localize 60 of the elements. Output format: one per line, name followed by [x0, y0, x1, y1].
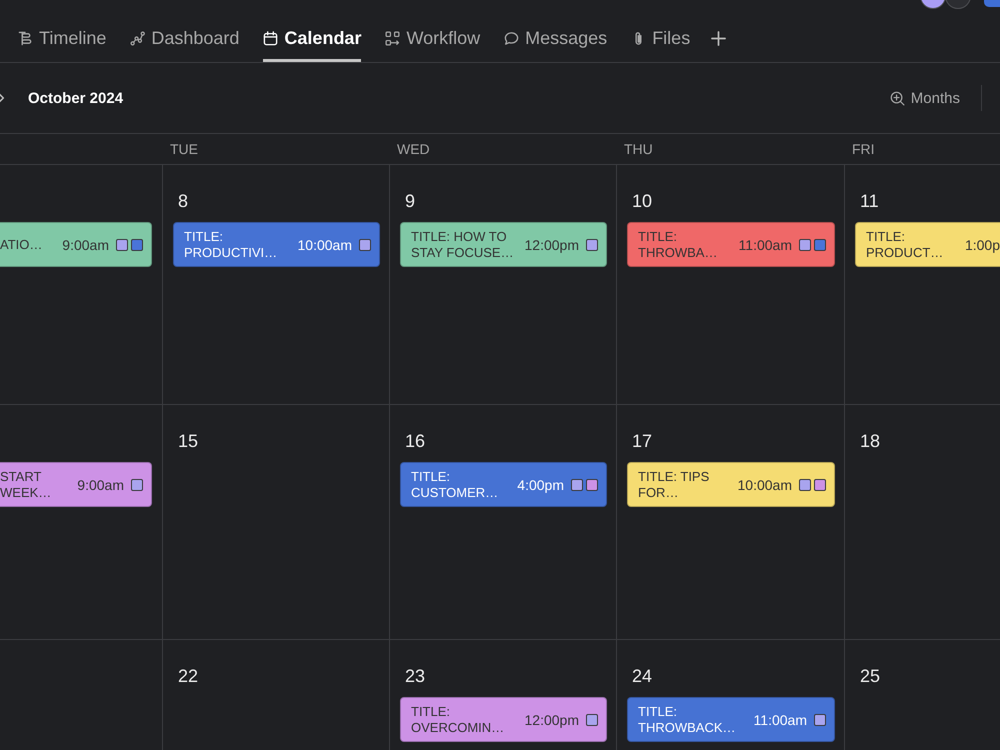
date-number: 15 — [178, 431, 198, 451]
plus-icon — [711, 30, 726, 46]
weekday-label: THU — [624, 141, 653, 157]
event-title: TITLE: HOW TO STAY FOCUSE… — [411, 228, 515, 260]
date-number: 18 — [860, 431, 880, 451]
tab[interactable]: Timeline — [18, 10, 106, 62]
event-time: 10:00am — [738, 476, 792, 492]
zoom-in-icon — [890, 90, 905, 106]
event-card[interactable]: TITLE: PRODUCTIVI… 10:00am — [173, 222, 380, 267]
event-time: 1:00p — [964, 236, 1000, 252]
month-title: October 2024 — [28, 90, 124, 106]
event-title: TITLE: CUSTOMER… — [411, 468, 500, 500]
line-chart-icon — [130, 30, 146, 46]
weekday-label: WED — [397, 141, 430, 157]
speech-bubble-icon — [504, 30, 520, 46]
event-title: TITLE: OVERCOMIN… — [411, 704, 506, 736]
date-number: 22 — [178, 666, 198, 686]
event-time: 11:00am — [754, 712, 807, 728]
tab[interactable]: Files — [631, 10, 690, 62]
tab[interactable]: Messages — [504, 10, 608, 62]
calendar-icon — [263, 30, 278, 46]
event-time: 9:00am — [77, 476, 124, 492]
date-number: 16 — [405, 431, 426, 451]
flow-icon — [385, 30, 400, 46]
event-title: TITLE: THROWBA… — [638, 228, 718, 260]
date-number: 17 — [632, 431, 652, 451]
event-card[interactable]: TITLE: TIPS FOR… 10:00am — [627, 462, 835, 507]
date-number: 11 — [860, 191, 879, 211]
event-card[interactable]: TITLE: THROWBA… 11:00am — [627, 222, 835, 267]
tab[interactable]: Dashboard — [130, 10, 240, 62]
event-card[interactable]: ATIO… 9:00am — [0, 222, 152, 267]
zoom-button[interactable]: Months — [890, 90, 960, 106]
event-title: TITLE: PRODUCTIVI… — [184, 228, 278, 260]
date-number: 9 — [405, 191, 416, 211]
event-card[interactable]: TITLE: CUSTOMER… 4:00pm — [400, 462, 607, 507]
tab[interactable]: Workflow — [385, 10, 480, 62]
event-card[interactable]: TITLE: PRODUCT… 1:00p — [855, 222, 1000, 267]
event-time: 11:00am — [738, 236, 792, 252]
date-number: 10 — [632, 191, 652, 211]
event-card[interactable]: TITLE: OVERCOMIN… 12:00pm — [400, 697, 607, 742]
event-title: TITLE: THROWBACK… — [638, 704, 736, 736]
event-time: 4:00pm — [517, 476, 564, 492]
event-title: TITLE: PRODUCT… — [866, 228, 944, 260]
weekday-label: TUE — [170, 141, 198, 157]
event-title: TITLE: TIPS FOR… — [638, 468, 710, 500]
event-time: 10:00am — [298, 236, 352, 252]
date-number: 25 — [860, 666, 880, 686]
date-number: 23 — [405, 666, 426, 686]
date-number: 8 — [178, 191, 188, 211]
weekday-label: FRI — [852, 141, 875, 157]
event-time: 9:00am — [62, 236, 109, 252]
event-title: ATIO… — [0, 236, 44, 252]
event-card[interactable]: TITLE: THROWBACK… 11:00am — [627, 697, 835, 742]
event-title: START WEEK… — [0, 468, 52, 500]
date-number: 24 — [632, 666, 652, 686]
event-time: 12:00pm — [524, 236, 579, 252]
event-card[interactable]: START WEEK… 9:00am — [0, 462, 152, 507]
tab[interactable]: Calendar — [263, 10, 362, 62]
gantt-icon — [18, 30, 33, 46]
event-time: 12:00pm — [524, 712, 579, 728]
